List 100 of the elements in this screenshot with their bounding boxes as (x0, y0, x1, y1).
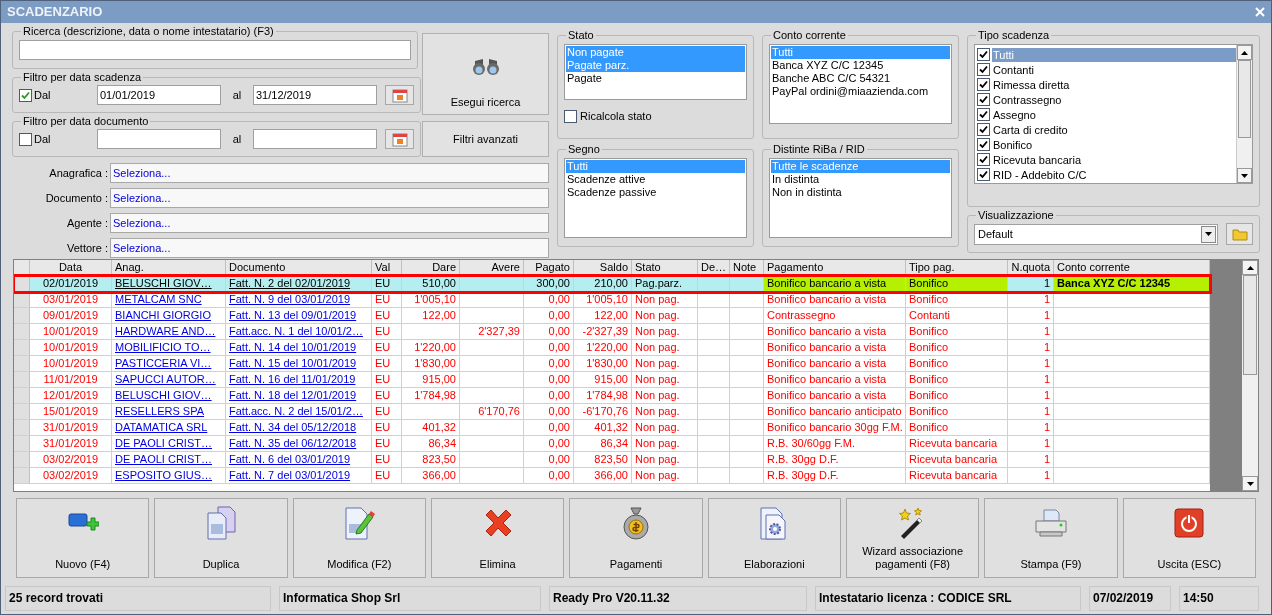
folder-button[interactable] (1226, 223, 1253, 245)
check-list[interactable]: Tutti Contanti Rimessa diretta Contrassegno Assegno Carta di credito Bonifico Ricevuta bancaria RID - Addebito C/C (974, 44, 1253, 184)
up-arrow-icon[interactable] (1246, 265, 1254, 270)
link[interactable]: Fatt.acc. N. 1 del 10/01/2… (229, 325, 363, 337)
action-button[interactable]: Wizard associazione pagamenti (F8) (845, 498, 980, 578)
row-header[interactable] (14, 276, 30, 291)
check-item[interactable]: Contrassegno (992, 92, 1236, 107)
table-row[interactable]: 03/02/2019 DE PAOLI CRIST… Fatt. N. 6 del 03/01/2019 EU 823,50 0,00 823,50 Non pag. R.B. 30gg D.F. Ricevuta bancaria 1 (14, 452, 1210, 468)
check-item[interactable]: Ricevuta bancaria (992, 152, 1236, 167)
checkbox[interactable] (977, 63, 990, 76)
search-field[interactable] (19, 40, 411, 60)
check-item[interactable]: Contanti (992, 62, 1236, 77)
date-field[interactable]: 31/12/2019 (253, 85, 377, 105)
lookup-field[interactable]: Seleziona... (110, 188, 549, 208)
down-arrow-icon[interactable] (1246, 481, 1254, 486)
link[interactable]: Fatt. N. 6 del 03/01/2019 (229, 453, 351, 465)
check-item[interactable]: Bonifico (992, 137, 1236, 152)
list-item[interactable]: Pagate (566, 72, 745, 85)
action-button[interactable]: Pagamenti (569, 498, 703, 578)
checkbox[interactable] (977, 48, 990, 61)
table-row[interactable]: 02/01/2019 BELUSCHI GIOV… Fatt. N. 2 del 02/01/2019 EU 510,00 300,00 210,00 Pag.parz. Bonifico bancario a vista Bonifico 1 Banca XYZ C/C 12345 (14, 276, 1210, 292)
table-row[interactable]: 10/01/2019 MOBILIFICIO TO… Fatt. N. 14 del 10/01/2019 EU 1'220,00 0,00 1'220,00 Non pag. Bonifico bancario a vista Bonifico 1 (14, 340, 1210, 356)
table-row[interactable]: 12/01/2019 BELUSCHI GIOV… Fatt. N. 18 del 12/01/2019 EU 1'784,98 0,00 1'784,98 Non pag. Bonifico bancario a vista Bonifico 1 (14, 388, 1210, 404)
table-row[interactable]: 03/02/2019 ESPOSITO GIUS… Fatt. N. 7 del 03/01/2019 EU 366,00 0,00 366,00 Non pag. R.B. 30gg D.F. Ricevuta bancaria 1 (14, 468, 1210, 484)
link[interactable]: Fatt. N. 2 del 02/01/2019 (229, 277, 351, 289)
down-arrow-icon[interactable] (1241, 173, 1248, 178)
action-button[interactable]: Stampa (F9) (984, 498, 1118, 578)
table-row[interactable]: 09/01/2019 BIANCHI GIORGIO Fatt. N. 13 del 09/01/2019 EU 122,00 0,00 122,00 Non pag. Contrassegno Contanti 1 (14, 308, 1210, 324)
table-row[interactable]: 31/01/2019 DE PAOLI CRIST… Fatt. N. 35 del 06/12/2018 EU 86,34 0,00 86,34 Non pag. R.B. 30/60gg F.M. Ricevuta bancaria 1 (14, 436, 1210, 452)
action-button[interactable]: Elaborazioni (707, 498, 841, 578)
link[interactable]: Fatt. N. 34 del 05/12/2018 (229, 421, 357, 433)
table-row[interactable]: 11/01/2019 SAPUCCI AUTOR… Fatt. N. 16 del 11/01/2019 EU 915,00 0,00 915,00 Non pag. Bonifico bancario a vista Bonifico 1 (14, 372, 1210, 388)
scroll-thumb[interactable] (1243, 275, 1257, 375)
link[interactable]: BELUSCHI GIOV… (115, 277, 212, 289)
advanced-filters-button[interactable]: Filtri avanzati (422, 121, 549, 157)
table-row[interactable]: 10/01/2019 HARDWARE AND… Fatt.acc. N. 1 del 10/01/2… EU 2'327,39 0,00 -2'327,39 Non pag. Bonifico bancario a vista Bonifico 1 (14, 324, 1210, 340)
close-icon[interactable] (1255, 7, 1265, 17)
date-field[interactable] (253, 129, 377, 149)
action-button[interactable]: Nuovo (F4) (16, 498, 150, 578)
link[interactable]: PASTICCERIA VI… (115, 357, 212, 369)
checkbox[interactable] (977, 108, 990, 121)
table-row[interactable]: 31/01/2019 DATAMATICA SRL Fatt. N. 34 del 05/12/2018 EU 401,32 0,00 401,32 Non pag. Bonifico bancario 30gg F.M. Bonifico 1 (14, 420, 1210, 436)
lookup-field[interactable]: Seleziona... (110, 163, 549, 183)
check-item[interactable]: Carta di credito (992, 122, 1236, 137)
link[interactable]: Fatt. N. 15 del 10/01/2019 (229, 357, 357, 369)
list-item[interactable]: Banca XYZ C/C 12345 (771, 59, 950, 72)
list-box[interactable]: Tutte le scadenze In distinta Non in distinta (769, 158, 952, 238)
list-box[interactable]: Tutti Scadenze attive Scadenze passive (564, 158, 747, 238)
link[interactable]: HARDWARE AND… (115, 325, 216, 337)
link[interactable]: Fatt. N. 9 del 03/01/2019 (229, 293, 351, 305)
action-button[interactable]: Modifica (F2) (292, 498, 426, 578)
checkbox[interactable] (564, 109, 577, 123)
action-button[interactable]: Duplica (154, 498, 288, 578)
checkbox[interactable] (977, 138, 990, 151)
link[interactable]: Fatt. N. 18 del 12/01/2019 (229, 389, 357, 401)
date-field[interactable]: 01/01/2019 (97, 85, 221, 105)
list-item[interactable]: PayPal ordini@miaazienda.com (771, 85, 950, 98)
checkbox[interactable] (977, 78, 990, 91)
scrollbar[interactable] (1236, 45, 1252, 183)
list-box[interactable]: Non pagate Pagate parz. Pagate (564, 44, 747, 100)
table-row[interactable]: 10/01/2019 PASTICCERIA VI… Fatt. N. 15 del 10/01/2019 EU 1'830,00 0,00 1'830,00 Non pag. Bonifico bancario a vista Bonifico 1 (14, 356, 1210, 372)
action-button[interactable]: Elimina (431, 498, 565, 578)
link[interactable]: DATAMATICA SRL (115, 421, 208, 433)
checkbox[interactable] (977, 153, 990, 166)
search-button[interactable]: Esegui ricerca (422, 33, 549, 115)
list-item[interactable]: In distinta (771, 173, 950, 186)
link[interactable]: DE PAOLI CRIST… (115, 437, 212, 449)
check-item[interactable]: Assegno (992, 107, 1236, 122)
link[interactable]: DE PAOLI CRIST… (115, 453, 212, 465)
scrollbar[interactable] (1242, 260, 1258, 491)
checkbox[interactable] (977, 93, 990, 106)
checkbox[interactable] (19, 132, 32, 146)
checkbox[interactable] (19, 88, 32, 102)
list-item[interactable]: Non in distinta (771, 186, 950, 199)
link[interactable]: ESPOSITO GIUS… (115, 469, 212, 481)
link[interactable]: Fatt. N. 7 del 03/01/2019 (229, 469, 351, 481)
checkbox[interactable] (977, 123, 990, 136)
action-button[interactable]: Uscita (ESC) (1122, 498, 1256, 578)
link[interactable]: SAPUCCI AUTOR… (115, 373, 216, 385)
checkbox[interactable] (977, 168, 990, 181)
check-item[interactable]: RID - Addebito C/C (992, 167, 1236, 182)
link[interactable]: Fatt.acc. N. 2 del 15/01/2… (229, 405, 363, 417)
lookup-field[interactable]: Seleziona... (110, 213, 549, 233)
link[interactable]: BELUSCHI GIOV… (115, 389, 212, 401)
list-item[interactable]: Scadenze attive (566, 173, 745, 186)
link[interactable]: Fatt. N. 16 del 11/01/2019 (229, 373, 356, 385)
view-dropdown[interactable]: Default (974, 223, 1218, 245)
link[interactable]: BIANCHI GIORGIO (115, 309, 211, 321)
link[interactable]: Fatt. N. 14 del 10/01/2019 (229, 341, 357, 353)
link[interactable]: MOBILIFICIO TO… (115, 341, 211, 353)
link[interactable]: RESELLERS SPA (115, 405, 205, 417)
up-arrow-icon[interactable] (1241, 50, 1248, 55)
scroll-thumb[interactable] (1238, 60, 1251, 138)
date-field[interactable] (97, 129, 221, 149)
lookup-field[interactable]: Seleziona... (110, 238, 549, 258)
link[interactable]: Fatt. N. 13 del 09/01/2019 (229, 309, 357, 321)
calendar-button[interactable] (385, 129, 414, 149)
list-item[interactable]: Scadenze passive (566, 186, 745, 199)
table-row[interactable]: 15/01/2019 RESELLERS SPA Fatt.acc. N. 2 del 15/01/2… EU 6'170,76 0,00 -6'170,76 Non pag. Bonifico bancario anticipato Bonifico 1 (14, 404, 1210, 420)
list-box[interactable]: Tutti Banca XYZ C/C 12345 Banche ABC C/C 54321 PayPal ordini@miaazienda.com (769, 44, 952, 124)
